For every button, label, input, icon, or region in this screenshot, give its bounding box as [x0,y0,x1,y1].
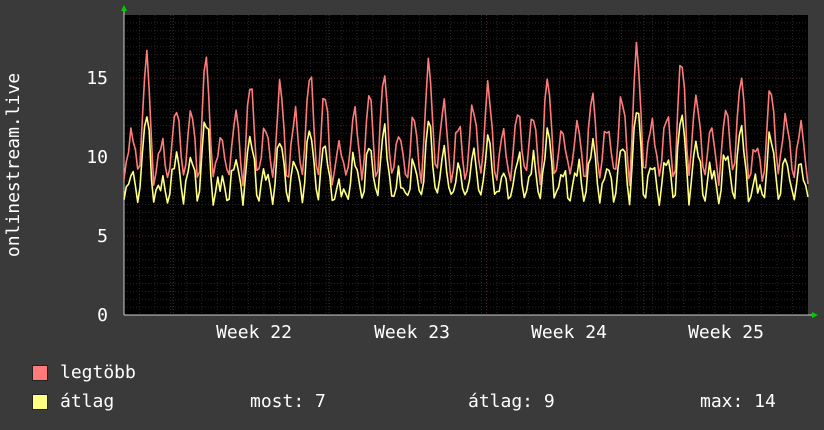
x-tick-label: Week 24 [531,322,607,343]
y-tick-label: 5 [97,226,108,247]
y-tick-label: 15 [86,68,108,89]
chart: 0 5 10 15 Week 22 Week 23 Week 24 Week 25 online… [3,5,818,343]
legend-label-max: legtöbb [60,362,136,383]
legend-swatch-max [32,364,48,381]
stat-max: max: 14 [700,391,776,412]
x-tick-label: Week 25 [688,322,764,343]
y-axis-label: onlinestream.live [3,73,24,257]
legend-item-avg: átlag [32,391,114,412]
stat-avg: átlag: 9 [468,391,555,412]
legend-label-avg: átlag [60,391,115,412]
x-tick-label: Week 22 [216,322,292,343]
legend-item-max: legtöbb [32,362,136,383]
y-axis-arrow [121,5,127,11]
legend-swatch-avg [32,393,48,410]
x-axis-arrow [812,312,818,318]
stat-now: most: 7 [250,391,326,412]
y-tick-label: 0 [97,305,108,326]
y-tick-label: 10 [86,147,108,168]
x-tick-label: Week 23 [374,322,450,343]
